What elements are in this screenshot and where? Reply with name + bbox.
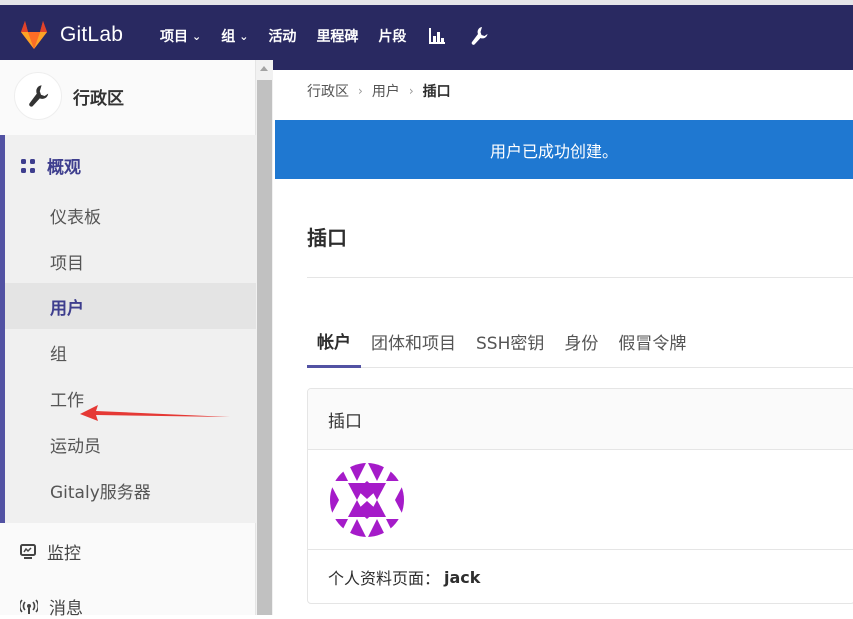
sidebar-context-title: 行政区 (73, 88, 124, 109)
window-edge (0, 0, 853, 5)
nav-projects-label: 项目 (160, 29, 188, 45)
annotation-arrow (80, 405, 230, 421)
nav-snippets-label: 片段 (378, 29, 407, 45)
broadcast-icon (20, 598, 38, 614)
tab-identities[interactable]: 身份 (554, 315, 608, 368)
sidebar-item-monitoring-label: 监控 (47, 544, 81, 564)
user-info-card: 插口 个人资料页面： jack (307, 388, 853, 604)
chevron-down-icon: ⌄ (239, 29, 249, 43)
breadcrumb-users[interactable]: 用户 (372, 81, 400, 101)
admin-sidebar: 行政区 概观 仪表板 项目 用户 组 工作 运动员 Gitaly服务器 监控 消… (0, 60, 256, 619)
admin-avatar (14, 72, 62, 120)
breadcrumb-admin[interactable]: 行政区 (307, 81, 349, 101)
gitlab-logo[interactable]: GitLab (18, 20, 123, 50)
tab-impersonation-tokens[interactable]: 假冒令牌 (608, 315, 696, 368)
nav-milestones[interactable]: 里程碑 (316, 26, 358, 46)
user-tabs: 帐户 团体和项目 SSH密钥 身份 假冒令牌 (307, 315, 853, 368)
nav-snippets[interactable]: 片段 (378, 26, 406, 46)
flash-notice: 用户已成功创建。 (275, 120, 853, 179)
sidebar-item-messages[interactable]: 消息 (20, 594, 83, 619)
sidebar-item-messages-label: 消息 (49, 599, 83, 619)
sidebar-item-projects[interactable]: 项目 (5, 238, 256, 284)
chevron-right-icon: › (408, 84, 414, 98)
sidebar-item-users[interactable]: 用户 (5, 283, 256, 329)
sidebar-group-overview: 概观 仪表板 项目 用户 组 工作 运动员 Gitaly服务器 (0, 135, 256, 523)
divider (307, 277, 853, 278)
app-name: GitLab (60, 23, 124, 46)
profile-page-row: 个人资料页面： jack (328, 565, 480, 589)
chevron-down-icon: ⌄ (192, 29, 202, 43)
tab-groups-projects[interactable]: 团体和项目 (361, 315, 466, 368)
wrench-icon (29, 85, 49, 107)
gitlab-tanuki-icon (21, 21, 47, 49)
sidebar-item-dashboard[interactable]: 仪表板 (5, 192, 256, 238)
breadcrumb-current: 插口 (422, 84, 451, 100)
nav-activity[interactable]: 活动 (268, 26, 296, 46)
nav-activity-label: 活动 (268, 29, 297, 45)
scroll-up-arrow-icon[interactable] (260, 66, 268, 71)
chart-icon[interactable] (428, 27, 446, 45)
chevron-right-icon: › (358, 84, 363, 98)
profile-page-link[interactable]: jack (444, 568, 480, 587)
sidebar-item-overview[interactable]: 概观 (20, 153, 81, 178)
tab-ssh-keys[interactable]: SSH密钥 (466, 315, 554, 368)
sidebar-context-header[interactable]: 行政区 (14, 72, 124, 120)
profile-page-label: 个人资料页面： (328, 569, 441, 588)
sidebar-item-overview-label: 概观 (47, 158, 81, 178)
sidebar-item-runners[interactable]: 运动员 (5, 421, 256, 467)
user-avatar (330, 463, 404, 537)
nav-milestones-label: 里程碑 (316, 29, 359, 45)
grid-icon (21, 158, 35, 173)
nav-projects[interactable]: 项目 ⌄ (160, 26, 201, 46)
page-title: 插口 (307, 226, 347, 250)
monitor-icon (20, 543, 36, 559)
divider (308, 549, 853, 550)
sidebar-item-groups[interactable]: 组 (5, 329, 256, 375)
wrench-icon[interactable] (470, 26, 488, 46)
breadcrumb: 行政区 › 用户 › 插口 (307, 81, 451, 101)
top-nav-menu: 项目 ⌄ 组 ⌄ 活动 里程碑 片段 (150, 22, 500, 50)
card-title: 插口 (308, 389, 853, 450)
main-content: 行政区 › 用户 › 插口 用户已成功创建。 插口 帐户 团体和项目 SSH密钥… (273, 60, 853, 615)
nav-groups[interactable]: 组 ⌄ (221, 26, 248, 46)
sidebar-item-gitaly-servers[interactable]: Gitaly服务器 (5, 467, 256, 513)
sidebar-scrollbar[interactable] (256, 60, 273, 615)
scroll-thumb[interactable] (257, 80, 272, 615)
nav-groups-label: 组 (221, 29, 236, 45)
tab-account[interactable]: 帐户 (307, 315, 361, 368)
sidebar-item-monitoring[interactable]: 监控 (20, 539, 81, 564)
